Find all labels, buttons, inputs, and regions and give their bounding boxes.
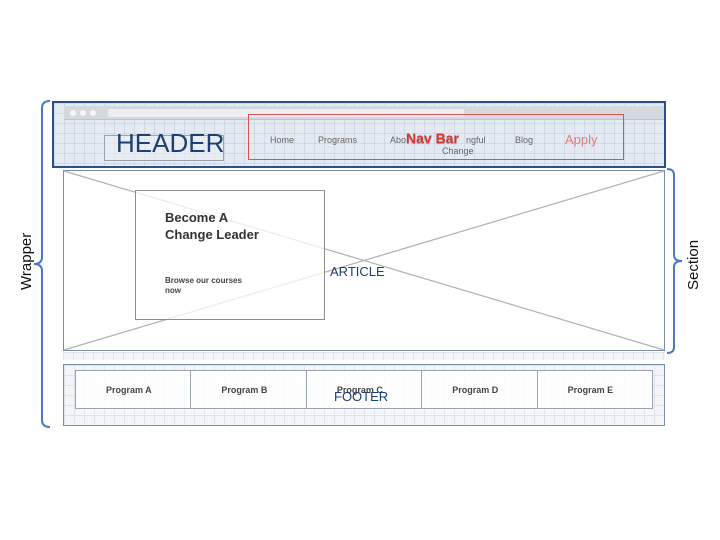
window-dot-icon [90,110,96,116]
program-cell[interactable]: Program D [422,371,538,408]
nav-item-about[interactable]: Abo [390,135,406,145]
hero-box [135,190,325,320]
hero-title-line2: Change Leader [165,227,259,242]
section-label: Section [685,239,702,290]
header-label: HEADER [116,128,225,158]
program-cell[interactable]: Program B [191,371,307,408]
nav-item-meaningful-change-line2[interactable]: Change [442,146,474,156]
nav-item-programs[interactable]: Programs [318,135,357,145]
hero-title: Become A [165,210,229,225]
program-cell[interactable]: Program A [76,371,192,408]
program-cell[interactable]: Program E [538,371,652,408]
wrapper-label: Wrapper [18,232,35,290]
nav-bar-label: Nav Bar [406,130,459,146]
window-dot-icon [70,110,76,116]
footer-label: FOOTER [334,389,389,404]
divider-strip [63,352,665,360]
window-dot-icon [80,110,86,116]
nav-item-apply[interactable]: Apply [565,132,598,147]
article-label: ARTICLE [330,264,385,279]
section-bracket-icon [666,168,683,354]
nav-item-home[interactable]: Home [270,135,294,145]
nav-item-blog[interactable]: Blog [515,135,533,145]
hero-subtitle-line2[interactable]: now [165,286,181,295]
nav-item-meaningful-change[interactable]: ngful [466,135,486,145]
hero-subtitle[interactable]: Browse our courses [165,276,242,285]
